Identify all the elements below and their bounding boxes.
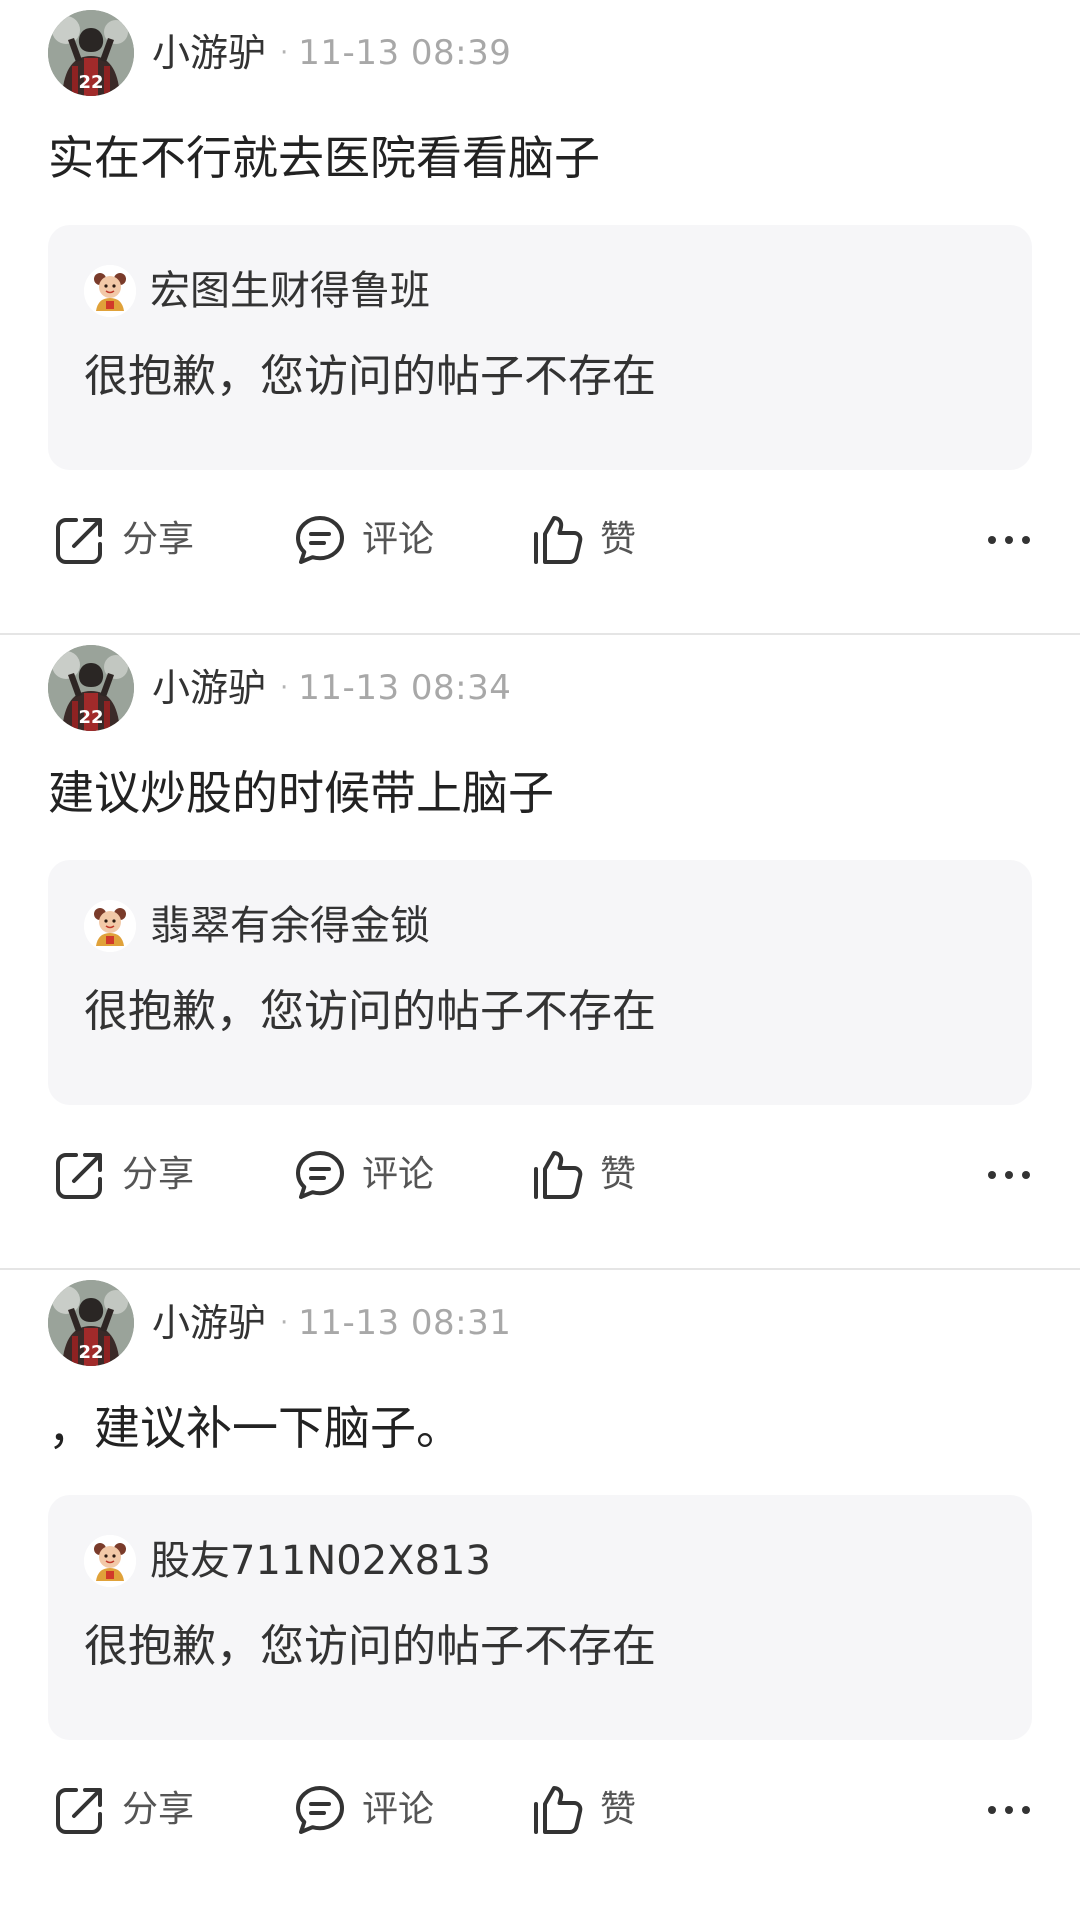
comment-feed: 22 小游驴 · 11-13 08:39 实在不行就去医院看看脑子 宏图生财得鲁… bbox=[0, 0, 1080, 1878]
separator-dot: · bbox=[280, 673, 289, 703]
quoted-post-header: 翡翠有余得金锁 bbox=[84, 900, 430, 952]
like-button[interactable]: 赞 bbox=[530, 1782, 636, 1838]
comment-button[interactable]: 评论 bbox=[292, 1782, 434, 1838]
post-content: ，建议补一下脑子。 bbox=[48, 1401, 462, 1455]
post-timestamp: 11-13 08:39 bbox=[298, 33, 512, 73]
author-name[interactable]: 小游驴 bbox=[152, 1304, 266, 1342]
share-button[interactable]: 分享 bbox=[52, 512, 194, 568]
post-content: 建议炒股的时候带上脑子 bbox=[48, 766, 554, 820]
comment-label: 评论 bbox=[362, 519, 435, 560]
separator-dot: · bbox=[280, 1308, 289, 1338]
quoted-post-card[interactable]: 翡翠有余得金锁 很抱歉，您访问的帖子不存在 bbox=[48, 860, 1032, 1105]
post-item: 22 小游驴 · 11-13 08:31 ，建议补一下脑子。 股友711N02X… bbox=[0, 1270, 1080, 1905]
comment-button[interactable]: 评论 bbox=[292, 1147, 434, 1203]
action-bar: 分享 评论 赞 bbox=[0, 1135, 1080, 1215]
author-name[interactable]: 小游驴 bbox=[152, 34, 266, 72]
quoted-post-header: 宏图生财得鲁班 bbox=[84, 265, 430, 317]
share-button[interactable]: 分享 bbox=[52, 1782, 194, 1838]
quoted-user-avatar bbox=[84, 265, 136, 317]
action-bar: 分享 评论 赞 bbox=[0, 1770, 1080, 1850]
quoted-author-name: 股友711N02X813 bbox=[150, 1538, 491, 1584]
quoted-user-avatar bbox=[84, 900, 136, 952]
quoted-post-card[interactable]: 股友711N02X813 很抱歉，您访问的帖子不存在 bbox=[48, 1495, 1032, 1740]
like-label: 赞 bbox=[600, 519, 637, 560]
like-label: 赞 bbox=[600, 1154, 637, 1195]
post-header: 22 小游驴 · 11-13 08:34 bbox=[48, 645, 511, 731]
quoted-author-name: 翡翠有余得金锁 bbox=[150, 903, 430, 949]
user-avatar[interactable]: 22 bbox=[48, 645, 134, 731]
share-button[interactable]: 分享 bbox=[52, 1147, 194, 1203]
more-button[interactable] bbox=[986, 522, 1032, 558]
like-button[interactable]: 赞 bbox=[530, 512, 636, 568]
quoted-user-avatar bbox=[84, 1535, 136, 1587]
quoted-post-text: 很抱歉，您访问的帖子不存在 bbox=[84, 351, 656, 402]
share-icon bbox=[56, 518, 102, 564]
thumbs-up-icon bbox=[534, 1786, 583, 1834]
like-label: 赞 bbox=[600, 1789, 637, 1830]
thumbs-up-icon bbox=[534, 516, 583, 564]
more-icon bbox=[988, 1806, 1030, 1814]
share-icon bbox=[56, 1788, 102, 1834]
comment-label: 评论 bbox=[362, 1789, 435, 1830]
svg-text:22: 22 bbox=[78, 72, 103, 93]
comment-button[interactable]: 评论 bbox=[292, 512, 434, 568]
post-timestamp: 11-13 08:31 bbox=[298, 1303, 512, 1343]
more-button[interactable] bbox=[986, 1157, 1032, 1193]
quoted-post-text: 很抱歉，您访问的帖子不存在 bbox=[84, 986, 656, 1037]
share-label: 分享 bbox=[122, 1154, 195, 1195]
user-avatar[interactable]: 22 bbox=[48, 10, 134, 96]
post-item: 22 小游驴 · 11-13 08:39 实在不行就去医院看看脑子 宏图生财得鲁… bbox=[0, 0, 1080, 635]
author-name[interactable]: 小游驴 bbox=[152, 669, 266, 707]
action-bar: 分享 评论 赞 bbox=[0, 500, 1080, 580]
post-timestamp: 11-13 08:34 bbox=[298, 668, 512, 708]
comment-icon bbox=[296, 516, 344, 564]
quoted-author-name: 宏图生财得鲁班 bbox=[150, 268, 430, 314]
more-button[interactable] bbox=[986, 1792, 1032, 1828]
quoted-post-card[interactable]: 宏图生财得鲁班 很抱歉，您访问的帖子不存在 bbox=[48, 225, 1032, 470]
quoted-post-text: 很抱歉，您访问的帖子不存在 bbox=[84, 1621, 656, 1672]
comment-icon bbox=[296, 1151, 344, 1199]
post-content: 实在不行就去医院看看脑子 bbox=[48, 131, 600, 185]
post-header: 22 小游驴 · 11-13 08:31 bbox=[48, 1280, 511, 1366]
post-header: 22 小游驴 · 11-13 08:39 bbox=[48, 10, 511, 96]
quoted-post-header: 股友711N02X813 bbox=[84, 1535, 491, 1587]
share-label: 分享 bbox=[122, 1789, 195, 1830]
like-button[interactable]: 赞 bbox=[530, 1147, 636, 1203]
svg-text:22: 22 bbox=[78, 1342, 103, 1363]
svg-text:22: 22 bbox=[78, 707, 103, 728]
more-icon bbox=[988, 1171, 1030, 1179]
separator-dot: · bbox=[280, 38, 289, 68]
thumbs-up-icon bbox=[534, 1151, 583, 1199]
user-avatar[interactable]: 22 bbox=[48, 1280, 134, 1366]
share-icon bbox=[56, 1153, 102, 1199]
share-label: 分享 bbox=[122, 519, 195, 560]
comment-icon bbox=[296, 1786, 344, 1834]
comment-label: 评论 bbox=[362, 1154, 435, 1195]
more-icon bbox=[988, 536, 1030, 544]
post-item: 22 小游驴 · 11-13 08:34 建议炒股的时候带上脑子 翡翠有余得金锁… bbox=[0, 635, 1080, 1270]
